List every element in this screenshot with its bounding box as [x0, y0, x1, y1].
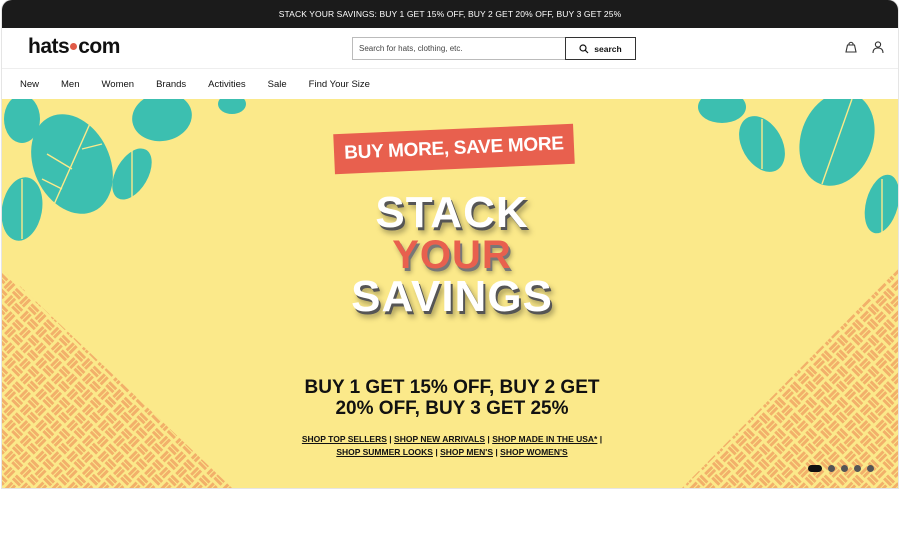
promo-bar[interactable]: STACK YOUR SAVINGS: BUY 1 GET 15% OFF, B… — [2, 0, 898, 28]
link-separator: | — [389, 434, 392, 444]
nav-item-new[interactable]: New — [20, 79, 39, 90]
link-shop-summer-looks[interactable]: SHOP SUMMER LOOKS — [336, 447, 433, 457]
headline-line-2: YOUR — [392, 233, 512, 277]
bag-icon[interactable] — [844, 40, 858, 54]
offer-line-2: 20% OFF, BUY 3 GET 25% — [335, 398, 569, 419]
link-shop-womens[interactable]: SHOP WOMEN'S — [500, 447, 568, 457]
link-shop-top-sellers[interactable]: SHOP TOP SELLERS — [302, 434, 387, 444]
search-button[interactable]: search — [565, 37, 636, 60]
logo-text-hats: hats — [28, 35, 70, 58]
nav-item-women[interactable]: Women — [102, 79, 135, 90]
search-input[interactable] — [352, 37, 565, 60]
nav-item-activities[interactable]: Activities — [208, 79, 245, 90]
carousel-dot-1[interactable] — [808, 465, 822, 472]
shop-links: SHOP TOP SELLERS | SHOP NEW ARRIVALS | S… — [222, 433, 682, 459]
headline-line-1: STACK — [375, 188, 529, 237]
carousel-indicators — [808, 465, 874, 472]
link-separator: | — [495, 447, 498, 457]
link-shop-made-in-usa[interactable]: SHOP MADE IN THE USA* — [492, 434, 597, 444]
hero-banner[interactable]: BUY MORE, SAVE MORE STACK YOUR SAVINGS B… — [2, 99, 898, 488]
leaf-group-left — [2, 99, 246, 241]
carousel-dot-5[interactable] — [867, 465, 874, 472]
account-icon[interactable] — [871, 40, 885, 54]
search-button-label: search — [594, 43, 622, 54]
nav-item-brands[interactable]: Brands — [156, 79, 186, 90]
carousel-dot-4[interactable] — [854, 465, 861, 472]
nav-item-men[interactable]: Men — [61, 79, 79, 90]
link-shop-new-arrivals[interactable]: SHOP NEW ARRIVALS — [394, 434, 485, 444]
browser-page: STACK YOUR SAVINGS: BUY 1 GET 15% OFF, B… — [2, 0, 898, 488]
link-separator: | — [487, 434, 490, 444]
carousel-dot-2[interactable] — [828, 465, 835, 472]
offer-text: BUY 1 GET 15% OFF, BUY 2 GET 20% OFF, BU… — [252, 377, 652, 419]
headline-line-3: SAVINGS — [351, 272, 553, 321]
nav-item-sale[interactable]: Sale — [268, 79, 287, 90]
search-form: search — [352, 37, 636, 60]
link-shop-mens[interactable]: SHOP MEN'S — [440, 447, 493, 457]
link-separator: | — [599, 434, 603, 444]
logo-dot — [70, 42, 78, 50]
offer-line-1: BUY 1 GET 15% OFF, BUY 2 GET — [304, 377, 600, 398]
nav-item-find-your-size[interactable]: Find Your Size — [309, 79, 370, 90]
carousel-dot-3[interactable] — [841, 465, 848, 472]
search-icon — [579, 43, 589, 53]
weave-pattern-right — [682, 269, 898, 488]
site-logo[interactable]: hats com — [28, 35, 120, 59]
promo-text: STACK YOUR SAVINGS: BUY 1 GET 15% OFF, B… — [278, 9, 622, 19]
main-nav: New Men Women Brands Activities Sale Fin… — [2, 69, 898, 100]
site-header: hats com search — [2, 28, 898, 69]
leaf-group-right — [698, 99, 898, 234]
weave-pattern-left — [2, 269, 232, 488]
link-separator: | — [435, 447, 438, 457]
logo-text-com: com — [78, 35, 120, 58]
